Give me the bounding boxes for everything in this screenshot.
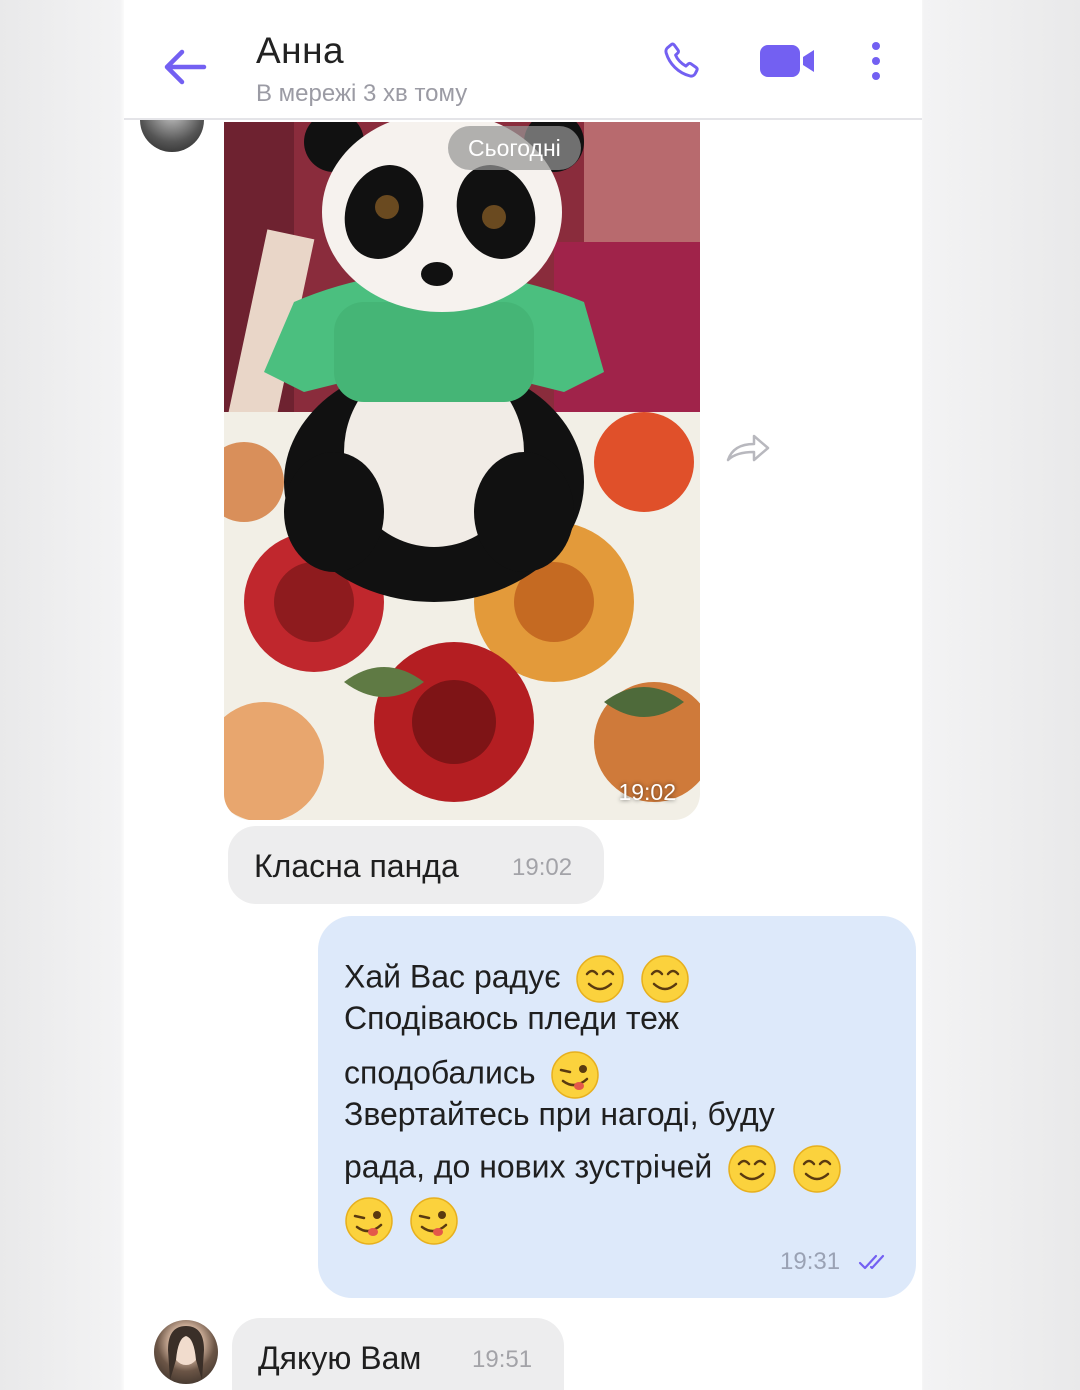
message-text: Класна панда [254,848,459,884]
message-time: 19:31 [780,1248,841,1275]
incoming-message[interactable]: Дякую Вам 19:51 [232,1318,564,1390]
message-line [344,1196,459,1246]
message-time: 19:51 [472,1346,533,1373]
message-text: Хай Вас радує [344,958,561,995]
message-line: Сподіваюсь пледи теж [344,1000,679,1037]
photo-message[interactable]: 19:02 [224,122,700,820]
winking-tongue-face-emoji [345,1197,393,1245]
contact-status: В мережі 3 хв тому [256,80,468,107]
message-line: сподобались [344,1050,600,1100]
message-line: Хай Вас радує [344,954,690,1004]
contact-avatar[interactable] [154,1320,218,1384]
video-call-button[interactable] [758,42,818,80]
more-options-button[interactable] [864,38,888,84]
message-text: Дякую Вам [258,1340,422,1376]
date-separator: Сьогодні [448,126,581,170]
smiling-face-emoji [641,955,690,1003]
back-button[interactable] [160,44,210,90]
chat-header: Анна В мережі 3 хв тому [124,0,922,120]
smiling-face-emoji [728,1145,776,1193]
back-arrow-icon [164,49,207,85]
panda-toy-photo [224,122,700,820]
message-line: рада, до нових зустрічей [344,1144,842,1194]
message-line: Звертайтесь при нагоді, буду [344,1096,775,1133]
message-text: Сподіваюсь пледи теж [344,1000,679,1036]
share-button[interactable] [724,430,772,466]
contact-name[interactable]: Анна [256,30,344,72]
forward-arrow-icon [726,434,770,462]
message-time: 19:02 [618,779,676,805]
message-time: 19:02 [512,854,573,881]
winking-tongue-face-emoji [551,1051,600,1099]
message-text: рада, до нових зустрічей [344,1148,713,1185]
video-camera-icon [760,45,814,77]
outgoing-message[interactable]: Хай Вас радує Сподіваюсь пледи теж сподо… [318,916,916,1298]
message-text: Звертайтесь при нагоді, буду [344,1096,775,1132]
winking-tongue-face-emoji [410,1197,458,1245]
incoming-message[interactable]: Класна панда 19:02 [228,826,604,904]
smiling-face-emoji [576,955,625,1003]
read-receipt-icon [858,1254,885,1270]
more-vertical-icon [872,42,880,80]
phone-icon [664,42,699,78]
message-text: сподобались [344,1054,536,1091]
smiling-face-emoji [793,1145,841,1193]
avatar-photo [168,1326,204,1380]
call-button[interactable] [660,40,702,82]
chat-screen: Анна В мережі 3 хв тому 19:02 Сьогодні К… [124,0,922,1390]
